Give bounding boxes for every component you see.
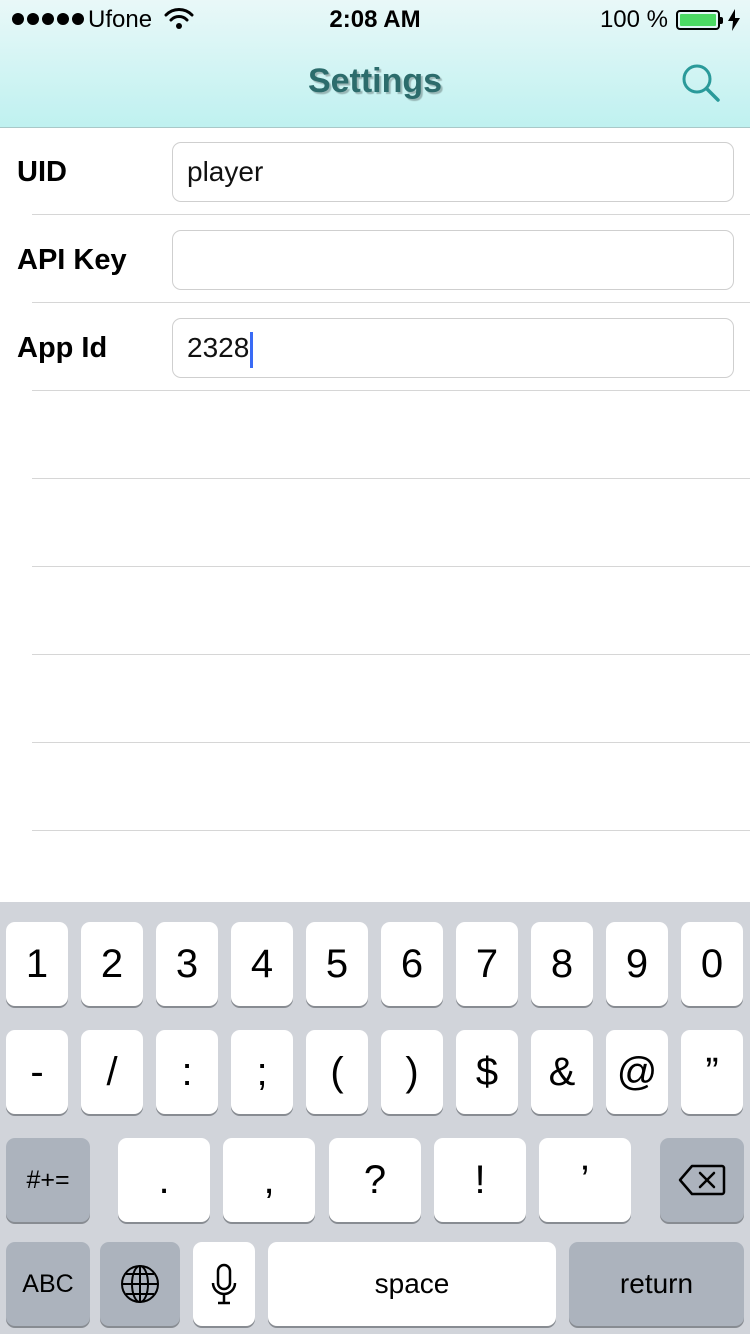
header: Ufone 2:08 AM 100 % Settings bbox=[0, 0, 750, 128]
key-open-paren[interactable]: ( bbox=[306, 1030, 368, 1114]
key-exclamation[interactable]: ! bbox=[434, 1138, 526, 1222]
key-4[interactable]: 4 bbox=[231, 922, 293, 1006]
key-2[interactable]: 2 bbox=[81, 922, 143, 1006]
row-divider bbox=[32, 390, 750, 391]
search-icon[interactable] bbox=[680, 62, 722, 104]
battery-percent: 100 % bbox=[599, 6, 668, 33]
uid-row: UID player bbox=[0, 128, 750, 216]
api-key-row: API Key bbox=[0, 216, 750, 304]
row-divider bbox=[32, 302, 750, 303]
key-8[interactable]: 8 bbox=[531, 922, 593, 1006]
page-title: Settings bbox=[307, 62, 443, 100]
key-semicolon[interactable]: ; bbox=[231, 1030, 293, 1114]
key-1[interactable]: 1 bbox=[6, 922, 68, 1006]
key-abc[interactable]: ABC bbox=[6, 1242, 90, 1326]
globe-key[interactable] bbox=[100, 1242, 180, 1326]
key-ampersand[interactable]: & bbox=[531, 1030, 593, 1114]
row-divider bbox=[32, 654, 750, 655]
battery-icon bbox=[676, 10, 723, 30]
key-0[interactable]: 0 bbox=[681, 922, 743, 1006]
key-more-symbols[interactable]: #+= bbox=[6, 1138, 90, 1222]
key-7[interactable]: 7 bbox=[456, 922, 518, 1006]
charging-bolt-icon bbox=[728, 9, 740, 31]
key-apostrophe[interactable]: ’ bbox=[539, 1138, 631, 1222]
app-id-label: App Id bbox=[17, 332, 108, 364]
battery-fill bbox=[680, 14, 716, 26]
key-quote[interactable]: ” bbox=[681, 1030, 743, 1114]
space-key[interactable]: space bbox=[268, 1242, 556, 1326]
key-colon[interactable]: : bbox=[156, 1030, 218, 1114]
row-divider bbox=[32, 214, 750, 215]
uid-label: UID bbox=[17, 156, 67, 188]
microphone-icon bbox=[211, 1263, 237, 1305]
key-period[interactable]: . bbox=[118, 1138, 210, 1222]
api-key-field[interactable] bbox=[172, 230, 734, 290]
return-key[interactable]: return bbox=[569, 1242, 744, 1326]
key-slash[interactable]: / bbox=[81, 1030, 143, 1114]
delete-key[interactable] bbox=[660, 1138, 744, 1222]
api-key-label: API Key bbox=[17, 244, 127, 276]
row-divider bbox=[32, 478, 750, 479]
delete-icon bbox=[678, 1164, 726, 1196]
key-close-paren[interactable]: ) bbox=[381, 1030, 443, 1114]
microphone-key[interactable] bbox=[193, 1242, 255, 1326]
uid-field[interactable]: player bbox=[172, 142, 734, 202]
app-id-field[interactable]: 2328 bbox=[172, 318, 734, 378]
key-hyphen[interactable]: - bbox=[6, 1030, 68, 1114]
text-cursor bbox=[250, 331, 254, 368]
row-divider bbox=[32, 830, 750, 831]
globe-icon bbox=[121, 1265, 159, 1303]
key-9[interactable]: 9 bbox=[606, 922, 668, 1006]
row-divider bbox=[32, 566, 750, 567]
status-bar: Ufone 2:08 AM 100 % bbox=[0, 0, 750, 40]
key-at[interactable]: @ bbox=[606, 1030, 668, 1114]
key-dollar[interactable]: $ bbox=[456, 1030, 518, 1114]
row-divider bbox=[32, 742, 750, 743]
key-question[interactable]: ? bbox=[329, 1138, 421, 1222]
key-6[interactable]: 6 bbox=[381, 922, 443, 1006]
key-5[interactable]: 5 bbox=[306, 922, 368, 1006]
app-id-value: 2328 bbox=[187, 332, 250, 363]
app-id-row: App Id 2328 bbox=[0, 304, 750, 392]
key-comma[interactable]: , bbox=[223, 1138, 315, 1222]
keyboard: 1 2 3 4 5 6 7 8 9 0 - / : ; ( ) $ & @ ” … bbox=[0, 902, 750, 1334]
key-3[interactable]: 3 bbox=[156, 922, 218, 1006]
